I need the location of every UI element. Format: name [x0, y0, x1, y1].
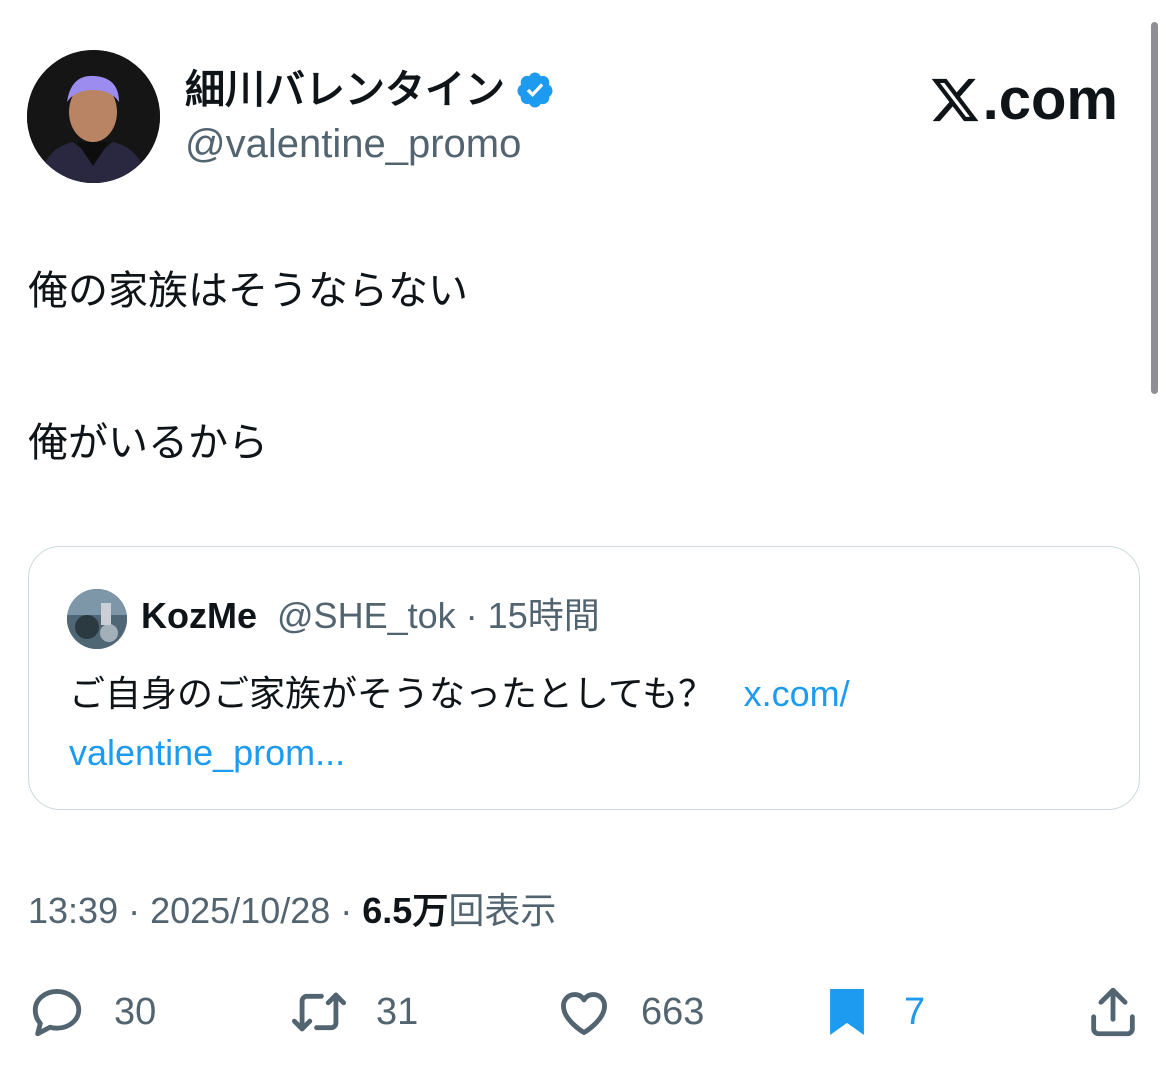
meta-separator: · [330, 890, 363, 931]
like-button[interactable]: 663 [555, 982, 704, 1042]
author-name-text: 細川バレンタイン [185, 67, 505, 113]
quoted-tweet-card[interactable]: KozMe @SHE_tok · 15時間 ご自身のご家族がそうなったとしても？… [28, 546, 1140, 810]
view-count: 6.5万 [362, 890, 449, 931]
author-avatar[interactable] [27, 50, 160, 183]
author-handle[interactable]: @valentine_promo [185, 120, 521, 168]
author-display-name[interactable]: 細川バレンタイン [185, 66, 555, 114]
repost-icon [291, 992, 347, 1032]
repost-button[interactable]: 31 [290, 982, 418, 1042]
quoted-tweet-text: ご自身のご家族がそうなったとしても？ x.com/ valentine_prom… [69, 665, 1109, 783]
bookmark-icon [830, 989, 864, 1035]
repost-count: 31 [376, 990, 419, 1033]
quoted-separator: · [465, 595, 478, 636]
share-icon [1091, 987, 1135, 1037]
bookmark-button[interactable]: 7 [818, 982, 925, 1042]
quoted-text-body: ご自身のご家族がそうなったとしても？ [69, 674, 715, 715]
tweet-meta: 13:39 · 2025/10/28 · 6.5万回表示 [28, 886, 556, 936]
verified-badge-icon [517, 72, 553, 108]
scrollbar[interactable] [1151, 22, 1158, 394]
tweet-text-line-1: 俺の家族はそうならない [28, 268, 468, 314]
x-logo-icon [931, 78, 979, 122]
quoted-tweet-header: KozMe @SHE_tok · 15時間 [141, 593, 600, 639]
view-count-label: 回表示 [448, 890, 557, 931]
meta-separator: · [118, 890, 151, 931]
reply-button[interactable]: 30 [28, 982, 156, 1042]
brand-domain-text: .com [982, 67, 1118, 132]
quoted-link-part-1[interactable]: x.com/ [744, 673, 850, 714]
reply-count: 30 [114, 990, 157, 1033]
tweet-text-line-2: 俺がいるから [28, 420, 268, 466]
like-icon [561, 992, 607, 1035]
x-brand-logo: .com [929, 68, 1118, 132]
quoted-link-part-2[interactable]: valentine_prom... [69, 732, 345, 773]
quoted-author-name[interactable]: KozMe [141, 595, 257, 636]
reply-icon [32, 989, 82, 1037]
tweet-time[interactable]: 13:39 [28, 890, 118, 931]
quoted-author-handle[interactable]: @SHE_tok [277, 595, 456, 636]
quoted-time: 15時間 [487, 595, 600, 636]
tweet-date[interactable]: 2025/10/28 [150, 890, 330, 931]
share-button[interactable] [1084, 982, 1142, 1042]
bookmark-count: 7 [904, 990, 926, 1033]
quoted-author-avatar[interactable] [67, 589, 127, 649]
like-count: 663 [641, 990, 705, 1033]
